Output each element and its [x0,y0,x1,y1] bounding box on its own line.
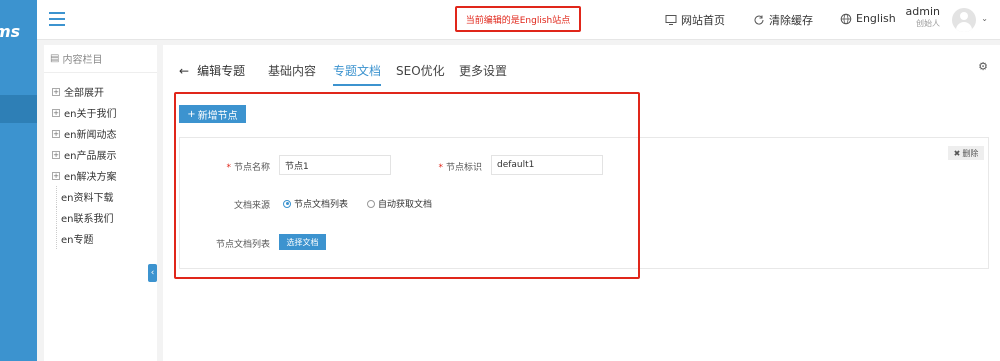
add-node-label: 新增节点 [197,110,238,122]
user-info[interactable]: admin 创始人 [906,6,940,30]
column-panel-title: ▤ 内容栏目 [44,45,157,73]
doc-list-label: 节点文档列表 [215,240,270,250]
avatar[interactable] [952,8,976,32]
chevron-left-icon[interactable]: ‹ [148,264,157,282]
expand-icon[interactable]: + [52,87,60,96]
top-header: 当前编辑的是English站点 网站首页 清除缓存 English admin … [37,0,1000,40]
column-panel: ▤ 内容栏目 + 全部展开 + en关于我们 + en新闻动态 + en产品展示 + en… [44,45,157,361]
tree-item[interactable]: + en解决方案 [52,165,157,186]
tree-item[interactable]: + en关于我们 [52,102,157,123]
radio-label: 自动获取文档 [378,200,433,210]
add-node-button[interactable]: + 新增节点 [179,105,246,123]
close-icon: ✖ [953,148,961,158]
tree-item-label: en联系我们 [61,214,114,225]
back-button[interactable]: ← 编辑专题 [179,62,245,79]
node-id-field[interactable]: default1 [491,155,603,175]
refresh-icon [754,15,764,25]
select-doc-button[interactable]: 选择文档 [279,234,326,250]
arrow-left-icon: ← [179,63,190,78]
tree-item[interactable]: en联系我们 [56,207,157,228]
tree-item[interactable]: en专题 [56,228,157,249]
radio-auto-fetch[interactable]: 自动获取文档 [367,197,432,210]
tree-item-label: 全部展开 [64,88,104,99]
radio-unchecked-icon [367,199,375,208]
gear-icon[interactable]: ⚙ [978,60,988,73]
tree-item[interactable]: + 全部展开 [52,81,157,102]
language-label: English [856,12,896,25]
node-id-label: * 节点标识 [438,163,482,173]
tab-seo[interactable]: SEO优化 [396,62,445,79]
tree-item-label: en专题 [61,235,94,246]
clear-cache-link[interactable]: 清除缓存 [753,12,813,28]
tree-item-label: en关于我们 [64,109,117,120]
tree-item-label: en资料下载 [61,193,114,204]
rail-active-item[interactable] [0,95,37,123]
globe-icon [840,13,852,24]
site-home-label: 网站首页 [681,14,725,27]
left-rail: ms [0,0,37,361]
node-name-label: * 节点名称 [226,163,270,173]
doc-source-label: 文档来源 [233,201,270,211]
user-role: 创始人 [916,19,940,28]
tree-item[interactable]: + en产品展示 [52,144,157,165]
site-home-link[interactable]: 网站首页 [665,12,725,28]
user-name: admin [905,5,940,18]
radio-checked-icon [283,199,291,208]
monitor-icon [665,15,677,25]
column-tree: + 全部展开 + en关于我们 + en新闻动态 + en产品展示 + en解决方案 en… [44,73,157,249]
menu-toggle-icon[interactable] [49,12,65,26]
tree-item-label: en新闻动态 [64,130,117,141]
tab-bar: ← 编辑专题 基础内容 专题文档 SEO优化 更多设置 ⚙ [163,45,1000,89]
column-panel-title-text: 内容栏目 [62,55,103,66]
tree-item[interactable]: en资料下载 [56,186,157,207]
main-panel: ← 编辑专题 基础内容 专题文档 SEO优化 更多设置 ⚙ + 新增节点 ✖ 删… [163,45,1000,361]
tab-more-settings[interactable]: 更多设置 [459,62,507,79]
clear-cache-label: 清除缓存 [769,14,813,27]
delete-label: 删除 [962,148,979,158]
chevron-down-icon[interactable]: ⌄ [981,14,988,23]
expand-icon[interactable]: + [52,150,60,159]
plus-icon: + [187,108,196,120]
expand-icon[interactable]: + [52,108,60,117]
tree-item-label: en解决方案 [64,172,117,183]
delete-button[interactable]: ✖ 删除 [948,146,984,160]
language-link[interactable]: English [840,12,896,25]
expand-icon[interactable]: + [52,171,60,180]
expand-icon[interactable]: + [52,129,60,138]
radio-node-doc-list[interactable]: 节点文档列表 [283,197,348,210]
logo: ms [0,22,21,41]
tab-topic-docs[interactable]: 专题文档 [333,62,382,86]
radio-label: 节点文档列表 [294,200,349,210]
tree-item[interactable]: + en新闻动态 [52,123,157,144]
node-name-field[interactable]: 节点1 [279,155,391,175]
back-label: 编辑专题 [197,64,246,78]
tree-item-label: en产品展示 [64,151,117,162]
site-notice: 当前编辑的是English站点 [455,6,581,32]
tab-basic-content[interactable]: 基础内容 [268,62,316,79]
list-icon: ▤ [50,53,60,64]
